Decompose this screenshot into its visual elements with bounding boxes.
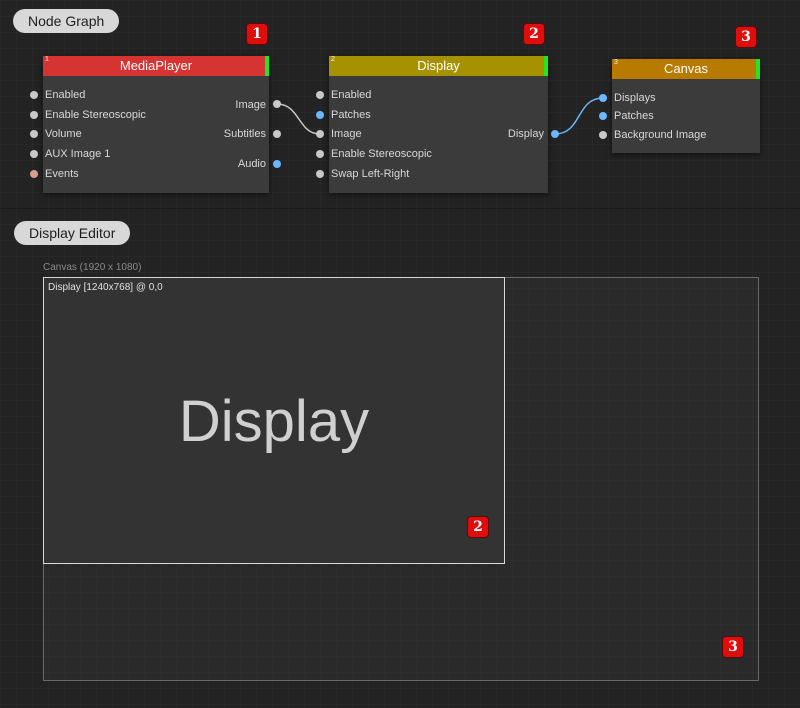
node-graph-tab[interactable]: Node Graph <box>13 9 120 33</box>
port-events-in[interactable] <box>30 170 38 178</box>
port-label: Display <box>507 128 544 140</box>
node-title: MediaPlayer <box>119 58 193 73</box>
port-label: Background Image <box>614 129 707 141</box>
port-label: Volume <box>45 128 82 140</box>
canvas-marker-3: 3 <box>723 637 743 657</box>
port-patches-in[interactable] <box>316 111 324 119</box>
port-label: Audio <box>237 158 266 170</box>
node-marker-2: 2 <box>524 24 544 44</box>
port-aux-in[interactable] <box>30 150 38 158</box>
port-label: Image <box>331 128 362 140</box>
section-divider <box>0 208 800 209</box>
node-index: 2 <box>331 56 335 63</box>
port-label: Patches <box>331 109 371 121</box>
port-label: Subtitles <box>223 128 266 140</box>
node-marker-1: 1 <box>247 24 267 44</box>
port-background-in[interactable] <box>599 131 607 139</box>
display-rect-title: Display <box>178 389 370 454</box>
port-label: Patches <box>614 110 654 122</box>
port-displays-in[interactable] <box>599 94 607 102</box>
port-label: Enable Stereoscopic <box>45 109 146 121</box>
port-stereo-in[interactable] <box>30 111 38 119</box>
display-rect[interactable]: Display [1240x768] @ 0,0 Display 2 <box>43 277 505 564</box>
port-label: Displays <box>614 92 656 104</box>
port-label: Enable Stereoscopic <box>331 148 432 160</box>
status-indicator <box>756 59 760 79</box>
port-display-out[interactable] <box>551 130 559 138</box>
display-marker-2: 2 <box>468 517 488 537</box>
canvas-header[interactable]: 3 Canvas <box>612 59 760 79</box>
status-indicator <box>265 56 269 76</box>
link-display <box>554 97 604 135</box>
display-rect-label: Display [1240x768] @ 0,0 <box>48 282 163 293</box>
port-label: Events <box>45 168 79 180</box>
node-index: 3 <box>614 59 618 66</box>
port-image-in[interactable] <box>316 130 324 138</box>
port-image-out[interactable] <box>273 100 281 108</box>
node-title: Display <box>417 58 460 73</box>
node-index: 1 <box>45 56 49 63</box>
port-label: AUX Image 1 <box>45 148 111 160</box>
port-label: Swap Left-Right <box>331 168 410 180</box>
port-enabled-in[interactable] <box>316 91 324 99</box>
port-swap-in[interactable] <box>316 170 324 178</box>
mediaplayer-header[interactable]: 1 MediaPlayer <box>43 56 269 76</box>
node-title: Canvas <box>663 61 709 76</box>
canvas-area[interactable]: Display [1240x768] @ 0,0 Display 2 3 <box>43 277 759 681</box>
link-image <box>276 103 321 135</box>
port-stereo-in[interactable] <box>316 150 324 158</box>
port-patches-in[interactable] <box>599 112 607 120</box>
port-volume-in[interactable] <box>30 130 38 138</box>
node-marker-3: 3 <box>736 27 756 47</box>
port-label: Enabled <box>45 89 86 101</box>
display-header[interactable]: 2 Display <box>329 56 548 76</box>
display-editor-tab[interactable]: Display Editor <box>14 221 131 245</box>
canvas-size-label: Canvas (1920 x 1080) <box>43 262 142 273</box>
port-audio-out[interactable] <box>273 160 281 168</box>
status-indicator <box>544 56 548 76</box>
port-label: Image <box>235 99 266 111</box>
port-label: Enabled <box>331 89 372 101</box>
port-enabled-in[interactable] <box>30 91 38 99</box>
port-subtitles-out[interactable] <box>273 130 281 138</box>
